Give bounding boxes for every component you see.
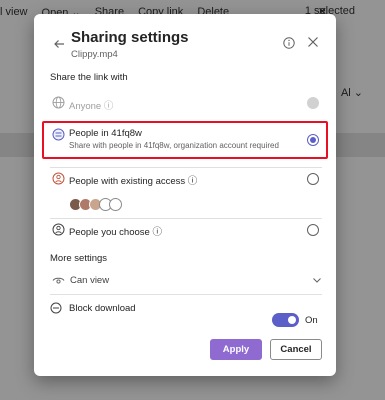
cancel-button[interactable]: Cancel [270, 339, 322, 360]
dialog-title: Sharing settings [71, 29, 189, 46]
permission-value: Can view [70, 275, 110, 286]
globe-icon [52, 96, 65, 109]
divider [50, 218, 322, 219]
chevron-down-icon [313, 278, 321, 283]
info-icon [283, 37, 295, 49]
option-anyone-label: Anyone ⓘ [69, 101, 114, 112]
option-people-in-org-label: People in 41fq8w [69, 128, 142, 139]
block-download-toggle[interactable] [272, 313, 299, 327]
option-people-you-choose-radio[interactable] [307, 224, 319, 236]
block-download-label: Block download [69, 303, 136, 314]
dropdown-underline [50, 294, 322, 295]
option-people-you-choose[interactable]: People you choose ⓘ [44, 220, 326, 240]
info-button[interactable] [282, 36, 296, 50]
close-button[interactable] [305, 34, 321, 50]
sharing-settings-dialog: Sharing settings Clippy.mp4 Share the li… [34, 14, 336, 376]
block-download-state: On [305, 315, 318, 326]
close-icon [308, 37, 318, 47]
block-icon [50, 302, 62, 314]
option-people-in-org[interactable]: People in 41fq8w Share with people in 41… [44, 124, 326, 156]
eye-icon [52, 277, 65, 284]
option-existing-access-radio[interactable] [307, 173, 319, 185]
person-icon [52, 223, 65, 236]
option-people-in-org-description: Share with people in 41fq8w, organizatio… [69, 141, 279, 150]
avatar-placeholder [109, 198, 122, 211]
option-people-you-choose-label: People you choose ⓘ [69, 227, 162, 238]
more-settings-label: More settings [50, 253, 108, 264]
divider [50, 167, 322, 168]
option-existing-access-label: People with existing access ⓘ [69, 176, 198, 187]
back-button[interactable] [50, 35, 68, 53]
organization-icon [52, 128, 65, 141]
person-icon [52, 172, 65, 185]
arrow-left-icon [54, 40, 64, 48]
permission-dropdown[interactable]: Can view [50, 273, 322, 291]
existing-access-avatars [69, 198, 122, 211]
apply-button[interactable]: Apply [210, 339, 262, 360]
share-link-label: Share the link with [50, 72, 128, 83]
option-anyone-radio[interactable] [307, 97, 319, 109]
option-people-in-org-radio[interactable] [307, 134, 319, 146]
option-anyone[interactable]: Anyone ⓘ [44, 94, 326, 114]
dialog-subtitle: Clippy.mp4 [71, 49, 118, 60]
